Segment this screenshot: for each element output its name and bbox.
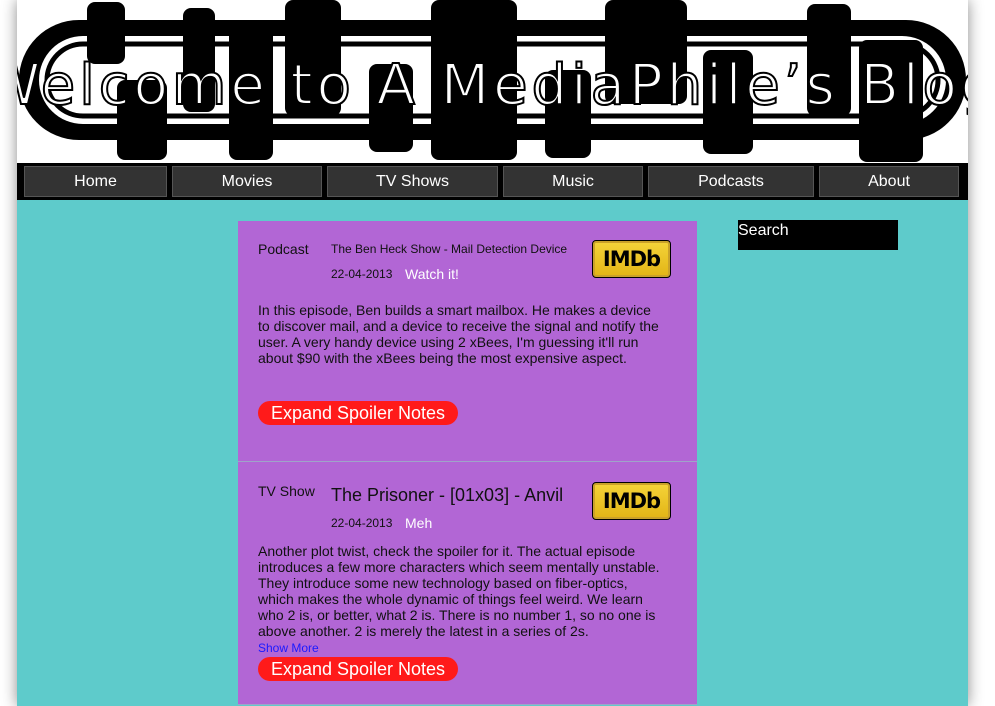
post-card: TV Show The Prisoner - [01x03] - Anvil 2…: [238, 462, 697, 705]
show-more-link[interactable]: Show More: [258, 641, 319, 655]
post-type: Podcast: [258, 241, 309, 257]
expand-spoiler-button[interactable]: Expand Spoiler Notes: [258, 657, 458, 681]
post-body: Another plot twist, check the spoiler fo…: [258, 543, 660, 639]
expand-spoiler-button[interactable]: Expand Spoiler Notes: [258, 401, 458, 425]
search-box: [738, 220, 898, 250]
post-title[interactable]: The Ben Heck Show - Mail Detection Devic…: [331, 242, 567, 256]
post-rating[interactable]: Meh: [405, 515, 432, 531]
site-header: Welcome to A MediaPhile’s Blog: [17, 0, 968, 163]
post-date: 22-04-2013: [331, 267, 393, 281]
imdb-icon[interactable]: IMDb: [592, 240, 671, 278]
main-navigation: Home Movies TV Shows Music Podcasts Abou…: [17, 163, 968, 200]
post-body: In this episode, Ben builds a smart mail…: [258, 302, 659, 366]
nav-item-tv-shows[interactable]: TV Shows: [327, 166, 498, 197]
nav-item-home[interactable]: Home: [24, 166, 167, 197]
nav-item-music[interactable]: Music: [503, 166, 643, 197]
nav-item-podcasts[interactable]: Podcasts: [648, 166, 814, 197]
post-title[interactable]: The Prisoner - [01x03] - Anvil: [331, 485, 563, 506]
site-title: Welcome to A MediaPhile’s Blog: [17, 52, 968, 119]
post-card: Podcast The Ben Heck Show - Mail Detecti…: [238, 221, 697, 462]
post-date: 22-04-2013: [331, 516, 393, 530]
post-rating[interactable]: Watch it!: [405, 266, 459, 282]
post-list: Podcast The Ben Heck Show - Mail Detecti…: [238, 221, 697, 705]
search-input[interactable]: [738, 222, 894, 240]
nav-item-movies[interactable]: Movies: [172, 166, 322, 197]
post-type: TV Show: [258, 483, 315, 499]
imdb-icon[interactable]: IMDb: [592, 482, 671, 520]
page-container: Welcome to A MediaPhile’s Blog Home Movi…: [17, 0, 968, 706]
nav-item-about[interactable]: About: [819, 166, 959, 197]
